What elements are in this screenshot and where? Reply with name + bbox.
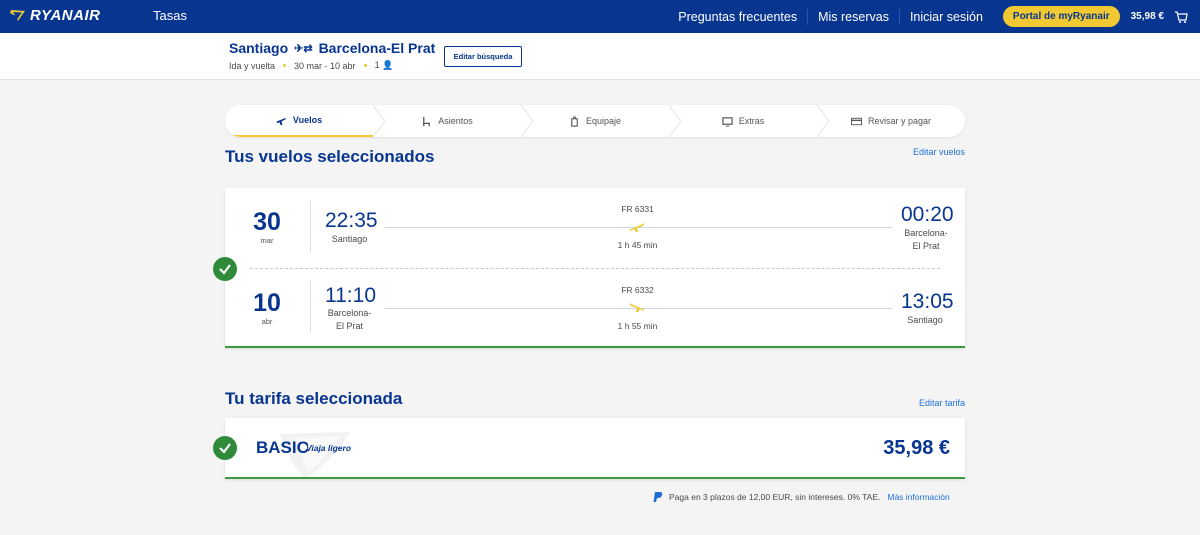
departure-time: 11:10 xyxy=(325,284,376,307)
ryanair-logo[interactable]: RYANAIR xyxy=(9,7,100,24)
origin-city: Santiago xyxy=(229,40,289,56)
flight-day: 10 xyxy=(253,289,281,317)
departure-city: Barcelona- El Prat xyxy=(327,308,372,331)
fare-price: 35,98 € xyxy=(883,437,950,459)
top-navbar: RYANAIR Tasas Preguntas frecuentes Mis r… xyxy=(0,0,1200,33)
destination-city: Barcelona-El Prat xyxy=(318,40,436,56)
person-icon: 👤 xyxy=(382,60,394,70)
separator-dot xyxy=(283,64,287,67)
outbound-flight: 30 mar 22:35 Santiago FR 6331 1 h 45 min… xyxy=(225,188,965,268)
fare-selected-check-icon xyxy=(213,436,237,460)
nav-tasas-link[interactable]: Tasas xyxy=(153,8,187,23)
flight-month: abr xyxy=(261,317,273,326)
flights-card: 30 mar 22:35 Santiago FR 6331 1 h 45 min… xyxy=(225,188,965,348)
flight-duration: 1 h 45 min xyxy=(617,240,658,250)
separator-dot xyxy=(363,64,367,67)
edit-flights-link[interactable]: Editar vuelos xyxy=(913,147,965,157)
flight-day: 30 xyxy=(253,208,281,236)
fare-card: BASIC Viaja ligero 35,98 € xyxy=(225,418,965,479)
flight-duration: 1 h 55 min xyxy=(617,321,658,331)
more-info-link[interactable]: Más información xyxy=(887,492,949,502)
myryanair-portal-button[interactable]: Portal de myRyanair xyxy=(1002,6,1120,27)
installments-info: Paga en 3 plazos de 12,00 EUR, sin inter… xyxy=(652,491,950,503)
fare-name: BASIC xyxy=(256,438,309,457)
outbound-plane-icon xyxy=(629,223,645,232)
flight-month: mar xyxy=(260,236,274,245)
installments-text: Paga en 3 plazos de 12,00 EUR, sin inter… xyxy=(669,492,881,502)
cart-icon[interactable] xyxy=(1174,10,1188,24)
harp-icon xyxy=(10,10,25,21)
edit-search-button[interactable]: Editar búsqueda xyxy=(444,46,522,67)
arrival-time: 00:20 xyxy=(901,203,954,226)
departure-city: Santiago xyxy=(331,234,368,244)
route-planes-icon: ✈⇄ xyxy=(294,42,313,55)
return-flight: 10 abr 11:10 Barcelona- El Prat FR 6332 1… xyxy=(225,268,965,348)
arrival-city: Santiago xyxy=(907,315,943,325)
nav-faq-link[interactable]: Preguntas frecuentes xyxy=(668,9,807,25)
logo-text: RYANAIR xyxy=(30,7,101,24)
flights-selected-check-icon xyxy=(213,257,237,281)
nav-bookings-link[interactable]: Mis reservas xyxy=(807,8,899,25)
nav-login-link[interactable]: Iniciar sesión xyxy=(898,8,993,25)
search-meta: Ida y vuelta 30 mar - 10 abr 1 👤 xyxy=(229,60,393,71)
passenger-count: 1 👤 xyxy=(374,60,394,70)
paypal-icon xyxy=(653,492,663,502)
return-plane-icon xyxy=(629,303,645,312)
arrival-city: Barcelona- El Prat xyxy=(904,228,948,251)
fare-section-title: Tu tarifa seleccionada xyxy=(225,389,403,408)
route-title: Santiago ✈⇄ Barcelona-El Prat xyxy=(229,40,435,56)
divider xyxy=(310,281,311,333)
edit-fare-link[interactable]: Editar tarifa xyxy=(919,398,965,408)
trip-type: Ida y vuelta xyxy=(229,60,276,71)
basket-total[interactable]: 35,98 € xyxy=(1131,11,1164,22)
step-separators xyxy=(372,105,830,137)
flights-section-title: Tus vuelos seleccionados xyxy=(225,147,435,166)
flight-number: FR 6332 xyxy=(621,285,654,295)
divider xyxy=(310,201,311,253)
flight-number: FR 6331 xyxy=(621,204,654,214)
fare-description: Viaja ligero xyxy=(306,443,352,453)
trip-dates: 30 mar - 10 abr xyxy=(294,60,356,71)
search-summary: Santiago ✈⇄ Barcelona-El Prat Ida y vuel… xyxy=(0,33,1200,80)
arrival-time: 13:05 xyxy=(901,290,954,313)
departure-time: 22:35 xyxy=(325,209,378,232)
